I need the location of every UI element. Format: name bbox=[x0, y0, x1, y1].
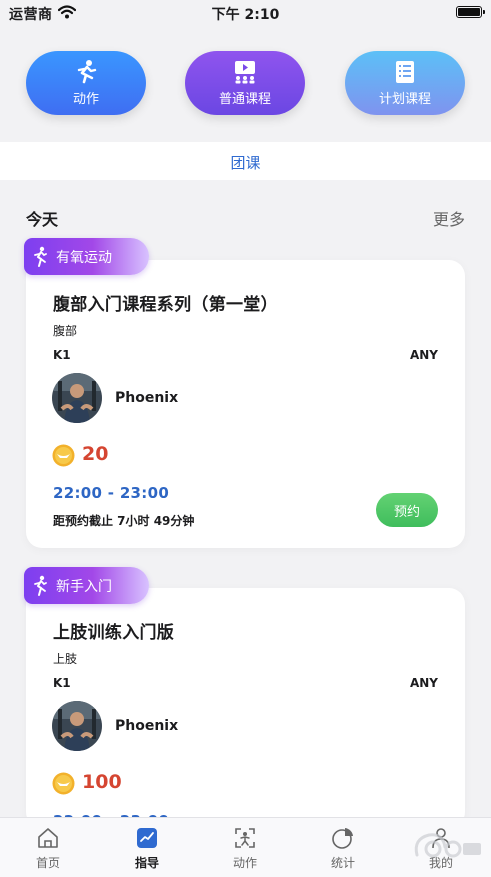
book-button[interactable]: 预约 bbox=[376, 493, 438, 527]
running-icon bbox=[73, 59, 99, 85]
category-tab-strip: 团课 bbox=[0, 142, 491, 180]
course-price: 100 bbox=[82, 771, 122, 793]
plan-course-button[interactable]: 计划课程 bbox=[345, 51, 465, 115]
coin-icon bbox=[52, 772, 75, 795]
course-tag: 新手入门 bbox=[24, 567, 149, 604]
action-scan-icon bbox=[233, 826, 257, 850]
tab-guide[interactable]: 指导 bbox=[112, 826, 182, 871]
status-time: 下午 2:10 bbox=[211, 7, 280, 23]
tab-stats-label: 统计 bbox=[330, 856, 355, 870]
course-card[interactable]: 上肢训练入门版 上肢 K1 ANY Phoenix 100 22:00 - 23… bbox=[26, 588, 465, 830]
course-tag-label: 新手入门 bbox=[56, 578, 112, 595]
course-title: 腹部入门课程系列（第一堂） bbox=[53, 295, 278, 315]
battery-icon bbox=[456, 6, 485, 18]
course-tag-label: 有氧运动 bbox=[56, 249, 112, 266]
regular-course-button[interactable]: 普通课程 bbox=[185, 51, 305, 115]
coach-name: Phoenix bbox=[115, 390, 179, 406]
tab-guide-label: 指导 bbox=[134, 856, 159, 870]
course-tag: 有氧运动 bbox=[24, 238, 149, 275]
tab-action[interactable]: 动作 bbox=[210, 826, 280, 871]
status-bar: 运营商 下午 2:10 bbox=[0, 0, 491, 26]
course-level: ANY bbox=[409, 676, 438, 690]
course-room: K1 bbox=[53, 348, 71, 362]
course-price: 20 bbox=[82, 443, 109, 465]
course-card[interactable]: 腹部入门课程系列（第一堂） 腹部 K1 ANY Phoenix 20 22:00… bbox=[26, 260, 465, 548]
course-level: ANY bbox=[409, 348, 438, 362]
section-title: 今天 bbox=[26, 210, 59, 229]
tab-group-class[interactable]: 团课 bbox=[0, 152, 491, 173]
action-button-label: 动作 bbox=[72, 92, 99, 107]
plan-course-label: 计划课程 bbox=[378, 92, 431, 107]
coach-avatar[interactable] bbox=[52, 701, 102, 751]
course-body-part: 上肢 bbox=[53, 652, 78, 666]
course-body-part: 腹部 bbox=[53, 324, 78, 338]
course-time: 22:00 - 23:00 bbox=[53, 484, 170, 502]
action-button[interactable]: 动作 bbox=[26, 51, 146, 115]
running-icon bbox=[32, 575, 48, 597]
guide-icon bbox=[135, 826, 159, 850]
watermark-logo bbox=[409, 825, 483, 867]
regular-course-label: 普通课程 bbox=[218, 92, 271, 107]
more-link[interactable]: 更多 bbox=[433, 206, 465, 230]
booking-deadline: 距预约截止 7小时 49分钟 bbox=[53, 514, 195, 528]
coach-name: Phoenix bbox=[115, 718, 179, 734]
tab-stats[interactable]: 统计 bbox=[308, 826, 378, 871]
plan-list-icon bbox=[392, 59, 418, 85]
coach-avatar[interactable] bbox=[52, 373, 102, 423]
pie-chart-icon bbox=[331, 826, 355, 850]
home-icon bbox=[36, 826, 60, 850]
tab-home-label: 首页 bbox=[35, 856, 60, 870]
course-title: 上肢训练入门版 bbox=[53, 623, 175, 643]
running-icon bbox=[32, 246, 48, 268]
tab-home[interactable]: 首页 bbox=[13, 826, 83, 871]
tab-action-label: 动作 bbox=[232, 856, 257, 870]
coin-icon bbox=[52, 444, 75, 467]
course-room: K1 bbox=[53, 676, 71, 690]
video-class-icon bbox=[232, 59, 258, 85]
